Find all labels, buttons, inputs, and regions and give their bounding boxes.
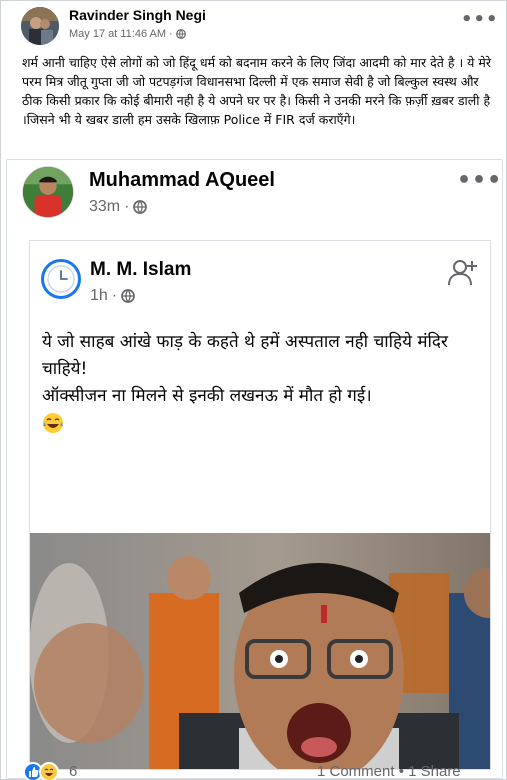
shared-post-card[interactable]: Muhammad AQueel 33m · ••• M. M. Islam 1h… [6, 159, 503, 779]
meta-separator: · [111, 287, 118, 304]
reaction-count[interactable]: 6 [69, 763, 77, 780]
more-options-icon[interactable]: ••• [457, 170, 502, 192]
shared-timestamp[interactable]: 33m [89, 198, 120, 216]
add-friend-icon[interactable] [445, 255, 479, 289]
inner-post-card[interactable]: M. M. Islam 1h · ये जो साहब आंखे फाड़ के… [29, 240, 491, 770]
meta-separator: · [169, 28, 173, 40]
shared-author-name[interactable]: Muhammad AQueel [89, 169, 275, 192]
comments-shares-stats[interactable]: 1 Comment • 1 Share [317, 763, 461, 780]
inner-timestamp[interactable]: 1h [90, 287, 108, 305]
globe-icon [175, 29, 186, 39]
outer-author-name[interactable]: Ravinder Singh Negi [69, 7, 206, 23]
haha-reaction-icon[interactable] [39, 762, 59, 780]
inner-author-name[interactable]: M. M. Islam [90, 259, 191, 281]
shared-author-avatar[interactable] [22, 166, 74, 218]
globe-icon [133, 200, 148, 214]
inner-post-meta: 1h · [90, 287, 135, 305]
inner-post-text: ये जो साहब आंखे फाड़ के कहते थे हमें अस्… [42, 329, 487, 437]
outer-post-text: शर्म आनी चाहिए ऐसे लोगों को जो हिंदू धर्… [22, 55, 491, 127]
laughing-emoji-icon [43, 413, 63, 433]
outer-post: Ravinder Singh Negi May 17 at 11:46 AM ·… [0, 0, 507, 780]
meta-separator: · [124, 198, 130, 215]
clock-avatar-icon [47, 265, 75, 293]
shared-post-meta: 33m · [89, 198, 148, 216]
outer-author-avatar[interactable] [21, 7, 59, 45]
inner-post-line-2: ऑक्सीजन ना मिलने से इनकी लखनऊ में मौत हो… [42, 386, 372, 406]
inner-post-line-1: ये जो साहब आंखे फाड़ के कहते थे हमें अस्… [42, 332, 448, 379]
outer-post-meta: May 17 at 11:46 AM · [69, 28, 186, 40]
outer-timestamp[interactable]: May 17 at 11:46 AM [69, 28, 166, 40]
globe-icon [121, 289, 135, 303]
post-photo[interactable] [30, 533, 490, 769]
more-options-icon[interactable]: ••• [461, 11, 499, 29]
post-footer: 6 1 Comment • 1 Share [1, 756, 507, 780]
inner-author-avatar[interactable] [41, 259, 81, 299]
